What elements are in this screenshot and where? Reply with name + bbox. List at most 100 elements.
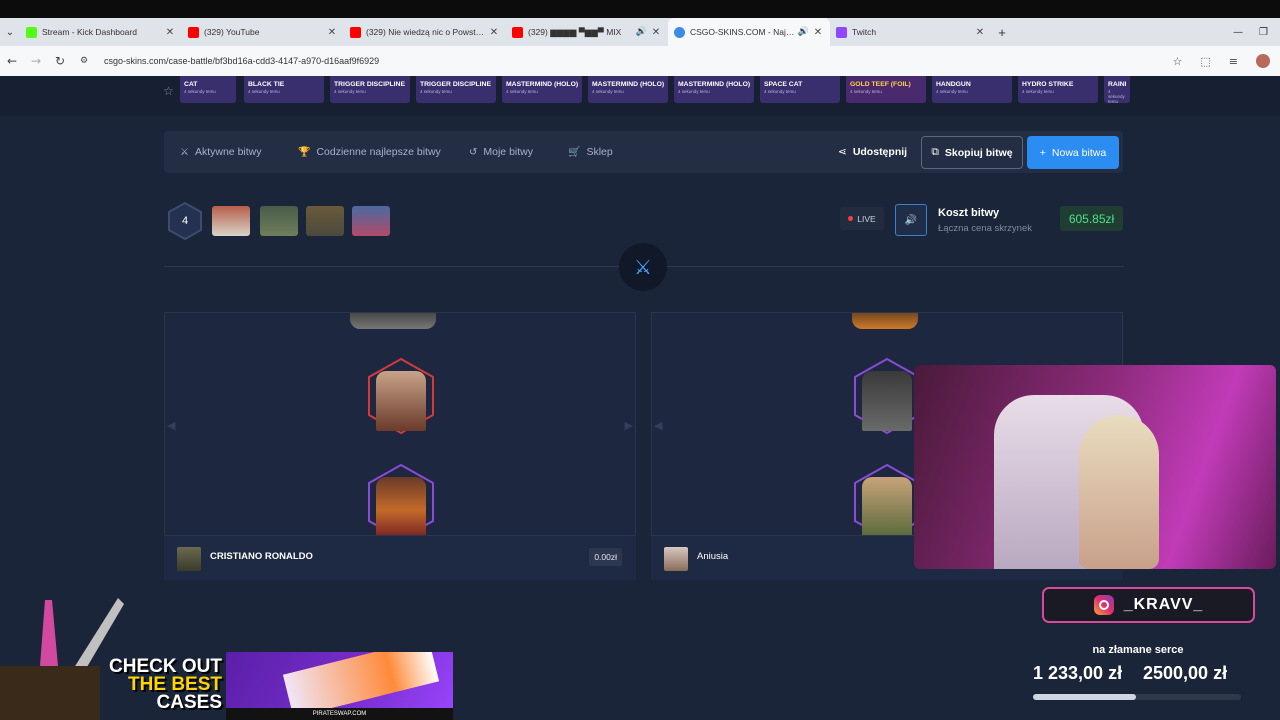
avatar[interactable] <box>177 547 201 571</box>
case-image[interactable] <box>260 206 298 236</box>
drop-item[interactable]: MASTERMIND (HOLO) 4 sekundy temu <box>502 76 582 103</box>
drop-time: 4 sekundy temu <box>1022 89 1054 94</box>
tab-title: (329) Nie wiedzą nic o Powstaniu <box>366 27 488 37</box>
bookmark-star-icon[interactable]: ☆ <box>1173 55 1183 68</box>
drop-item[interactable]: MASTERMIND (HOLO) 4 sekundy temu <box>588 76 668 103</box>
reel-item <box>852 313 918 329</box>
new-battle-label: Nowa bitwa <box>1051 146 1107 159</box>
tab-youtube-video[interactable]: (329) Nie wiedzą nic o Powstaniu ✕ <box>344 18 506 46</box>
battle-cost-subtitle: Łączna cena skrzynek <box>938 223 1032 234</box>
reel-item <box>366 357 436 435</box>
speaker-icon[interactable]: 🔊 <box>636 27 647 37</box>
drop-name: CAT <box>184 81 198 88</box>
battle-navbar: ⚔ Aktywne bitwy 🏆 Codzienne najlepsze bitw… <box>164 131 1123 173</box>
forward-icon[interactable]: → <box>24 54 48 68</box>
nav-shop[interactable]: 🛒 Sklep <box>568 131 613 173</box>
site-info-icon[interactable]: ⚙ <box>72 56 96 66</box>
donation-goal-target: 2500,00 zł <box>1143 663 1228 683</box>
tab-title: (329) YouTube <box>204 27 260 37</box>
new-tab-button[interactable]: + <box>992 18 1012 46</box>
nav-active-battles[interactable]: ⚔ Aktywne bitwy <box>180 131 262 173</box>
youtube-favicon-icon <box>188 26 199 38</box>
sponsor-banner[interactable]: PIRATESWAP.COM <box>226 652 453 720</box>
promo-line: CASES <box>156 692 222 713</box>
tab-title: CSGO-SKINS.COM - Najlepsza <box>690 27 795 37</box>
close-tab-icon[interactable]: ✕ <box>164 27 176 38</box>
reel-arrow-icon: ◀ <box>167 419 176 432</box>
reel-arrow-icon: ▶ <box>624 419 633 432</box>
close-tab-icon[interactable]: ✕ <box>488 27 500 38</box>
share-button[interactable]: ⋖ Udostępnij <box>838 131 907 173</box>
tab-strip: ⌄ Stream - Kick Dashboard ✕ (329) YouTub… <box>0 18 1280 46</box>
reel-arrow-icon: ◀ <box>654 419 663 432</box>
speaker-icon[interactable]: 🔊 <box>798 27 809 37</box>
youtube-favicon-icon <box>512 26 523 38</box>
avatar[interactable] <box>664 547 688 571</box>
tab-twitch[interactable]: Twitch ✕ <box>830 18 992 46</box>
speaker-icon: 🔊 <box>904 214 918 226</box>
case-image[interactable] <box>212 206 250 236</box>
drop-time: 4 sekundy temu <box>936 89 968 94</box>
copy-icon: ⧉ <box>931 146 939 158</box>
drop-name: HYDRO STRIKE <box>1022 81 1074 88</box>
nav-daily-best[interactable]: 🏆 Codzienne najlepsze bitwy <box>298 131 441 173</box>
profile-avatar[interactable] <box>1256 54 1270 68</box>
webcam-overlay <box>914 365 1276 569</box>
streamer <box>1079 415 1159 569</box>
back-icon[interactable]: ← <box>0 54 24 68</box>
drop-item[interactable]: TRIGGER DISCIPLINE 4 sekundy temu <box>416 76 496 103</box>
sound-toggle-button[interactable]: 🔊 <box>895 204 927 236</box>
tab-csgo-skins[interactable]: CSGO-SKINS.COM - Najlepsza 🔊 ✕ <box>668 18 830 46</box>
url-text[interactable]: csgo-skins.com/case-battle/bf3bd16a-cdd3… <box>104 56 379 66</box>
case-image[interactable] <box>306 206 344 236</box>
address-bar: ← → ↻ ⚙ csgo-skins.com/case-battle/bf3bd… <box>0 46 1280 76</box>
case-image[interactable] <box>352 206 390 236</box>
copy-battle-button[interactable]: ⧉ Skopiuj bitwę <box>921 136 1023 169</box>
drop-time: 4 sekundy temu <box>678 89 710 94</box>
nav-label: Sklep <box>586 146 613 158</box>
player-name[interactable]: CRISTIANO RONALDO <box>210 551 313 562</box>
drop-name: HANDGUN <box>936 81 971 88</box>
drop-time: 4 sekundy temu <box>1108 89 1125 104</box>
close-tab-icon[interactable]: ✕ <box>650 27 662 38</box>
tab-title: Stream - Kick Dashboard <box>42 27 137 37</box>
drop-item[interactable]: CAT 4 sekundy temu <box>180 76 236 103</box>
drop-item[interactable]: GOLD TEEF (FOIL) 4 sekundy temu <box>846 76 926 103</box>
new-battle-button[interactable]: + Nowa bitwa <box>1027 136 1119 169</box>
nav-my-battles[interactable]: ↺ Moje bitwy <box>469 131 533 173</box>
drop-name: GOLD TEEF (FOIL) <box>850 81 911 88</box>
menu-lines-icon[interactable]: ≡ <box>1229 55 1238 68</box>
drop-time: 4 sekundy temu <box>764 89 796 94</box>
drop-item[interactable]: BLACK TIE 4 sekundy temu <box>244 76 324 103</box>
tab-youtube-mix[interactable]: (329) ▆▆▆▆ ▀▆▆▀ MIX 🔊 ✕ <box>506 18 668 46</box>
donation-goal-title: na złamane serce <box>1092 644 1184 656</box>
drop-item[interactable]: HYDRO STRIKE 4 sekundy temu <box>1018 76 1098 103</box>
close-tab-icon[interactable]: ✕ <box>974 27 986 38</box>
promo-text: CHECK OUT THE BEST CASES <box>100 657 222 713</box>
tab-search-icon[interactable]: ⌄ <box>0 18 20 46</box>
battle-info-bar: 4 LIVE 🔊 Koszt bitwy Łączna cena skrzyne… <box>164 196 1124 246</box>
extensions-icon[interactable]: ⬚ <box>1200 55 1210 68</box>
trophy-icon: 🏆 <box>298 146 311 158</box>
drop-time: 4 sekundy temu <box>592 89 624 94</box>
reload-icon[interactable]: ↻ <box>48 54 72 68</box>
drop-item[interactable]: SPACE CAT 4 sekundy temu <box>760 76 840 103</box>
drop-item[interactable]: TRIGGER DISCIPLINE 4 sekundy temu <box>330 76 410 103</box>
star-icon[interactable]: ☆ <box>163 84 174 98</box>
nav-label: Aktywne bitwy <box>194 146 262 158</box>
minimize-icon[interactable]: — <box>1233 27 1243 38</box>
close-tab-icon[interactable]: ✕ <box>812 27 824 38</box>
drop-time: 4 sekundy temu <box>850 89 882 94</box>
drop-item[interactable]: HANDGUN 4 sekundy temu <box>932 76 1012 103</box>
drop-item[interactable]: MASTERMIND (HOLO) 4 sekundy temu <box>674 76 754 103</box>
instagram-handle-box: _KRAVV_ <box>1042 587 1255 623</box>
drop-name: MASTERMIND (HOLO) <box>678 81 750 88</box>
tab-kick[interactable]: Stream - Kick Dashboard ✕ <box>20 18 182 46</box>
drop-item[interactable]: RAINB (HOLO4 sekundy temu <box>1104 76 1130 104</box>
live-dot-icon <box>848 216 854 221</box>
tab-youtube[interactable]: (329) YouTube ✕ <box>182 18 344 46</box>
maximize-icon[interactable]: ❐ <box>1259 27 1268 38</box>
player-name[interactable]: Aniusia <box>697 551 728 562</box>
donation-goal-current: 1 233,00 zł <box>1033 663 1123 683</box>
close-tab-icon[interactable]: ✕ <box>326 27 338 38</box>
